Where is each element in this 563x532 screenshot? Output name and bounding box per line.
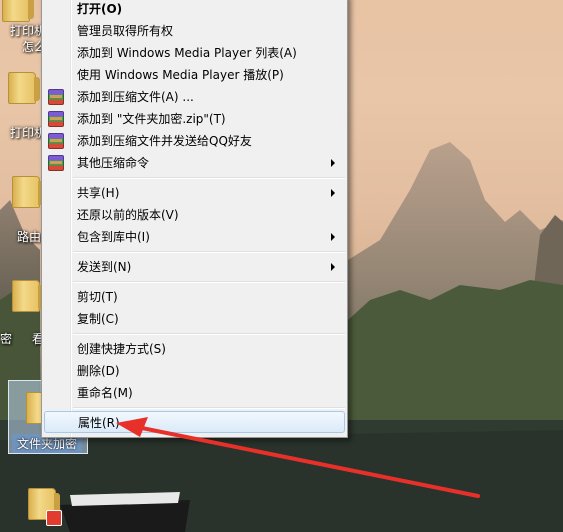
menu-item-label: 还原以前的版本(V) (77, 208, 179, 222)
menu-item-create-shortcut[interactable]: 创建快捷方式(S) (44, 338, 345, 360)
menu-item-label: 其他压缩命令 (77, 156, 150, 170)
menu-item-label: 使用 Windows Media Player 播放(P) (77, 68, 284, 82)
menu-item-cut[interactable]: 剪切(T) (44, 286, 345, 308)
menu-item-label: 包含到库中(I) (77, 230, 150, 244)
winrar-icon (48, 89, 64, 105)
menu-item-label: 添加到压缩文件并发送给QQ好友 (77, 134, 252, 148)
menu-item-label: 添加到 "文件夹加密.zip"(T) (77, 112, 226, 126)
folder-icon (8, 72, 40, 104)
menu-separator (73, 407, 345, 409)
menu-item-other-compress[interactable]: 其他压缩命令 (44, 152, 345, 174)
menu-item-take-ownership[interactable]: 管理员取得所有权 (44, 20, 345, 42)
folder-icon (12, 280, 44, 312)
menu-item-add-to-archive[interactable]: 添加到压缩文件(A) ... (44, 86, 345, 108)
menu-item-rename[interactable]: 重命名(M) (44, 382, 345, 404)
menu-item-include-in-library[interactable]: 包含到库中(I) (44, 226, 345, 248)
menu-item-send-to[interactable]: 发送到(N) (44, 256, 345, 278)
submenu-arrow-icon (331, 189, 335, 197)
menu-item-label: 添加到 Windows Media Player 列表(A) (77, 46, 297, 60)
menu-item-label: 发送到(N) (77, 260, 132, 274)
menu-item-open[interactable]: 打开(O) (44, 0, 345, 20)
winrar-icon (48, 133, 64, 149)
menu-item-label: 创建快捷方式(S) (77, 342, 166, 356)
submenu-arrow-icon (331, 263, 335, 271)
menu-item-add-to-wmp-list[interactable]: 添加到 Windows Media Player 列表(A) (44, 42, 345, 64)
menu-item-label: 共享(H) (77, 186, 120, 200)
menu-item-properties[interactable]: 属性(R) (44, 411, 345, 433)
submenu-arrow-icon (331, 159, 335, 167)
menu-item-restore-versions[interactable]: 还原以前的版本(V) (44, 204, 345, 226)
folder-icon (2, 0, 34, 22)
desktop-icon-label: 密 (0, 332, 13, 346)
menu-separator (73, 177, 345, 179)
menu-item-label: 属性(R) (78, 416, 120, 430)
menu-item-label: 打开(O) (77, 2, 123, 16)
menu-item-label: 剪切(T) (77, 290, 118, 304)
menu-separator (73, 333, 345, 335)
menu-separator (73, 281, 345, 283)
context-menu: 打开(O) 管理员取得所有权 添加到 Windows Media Player … (41, 0, 348, 438)
winrar-icon (48, 155, 64, 171)
winrar-icon (48, 111, 64, 127)
menu-item-label: 管理员取得所有权 (77, 24, 174, 38)
menu-item-delete[interactable]: 删除(D) (44, 360, 345, 382)
submenu-arrow-icon (331, 233, 335, 241)
folder-icon (12, 176, 44, 208)
desktop-icon-label: 路由 (17, 230, 42, 244)
menu-item-label: 添加到压缩文件(A) ... (77, 90, 194, 104)
menu-item-compress-send-qq[interactable]: 添加到压缩文件并发送给QQ好友 (44, 130, 345, 152)
menu-item-label: 删除(D) (77, 364, 120, 378)
lock-badge-icon (46, 510, 62, 526)
menu-item-label: 重命名(M) (77, 386, 133, 400)
menu-item-label: 复制(C) (77, 312, 119, 326)
menu-item-play-with-wmp[interactable]: 使用 Windows Media Player 播放(P) (44, 64, 345, 86)
menu-separator (73, 251, 345, 253)
menu-item-copy[interactable]: 复制(C) (44, 308, 345, 330)
menu-item-share[interactable]: 共享(H) (44, 182, 345, 204)
menu-item-add-to-zip[interactable]: 添加到 "文件夹加密.zip"(T) (44, 108, 345, 130)
